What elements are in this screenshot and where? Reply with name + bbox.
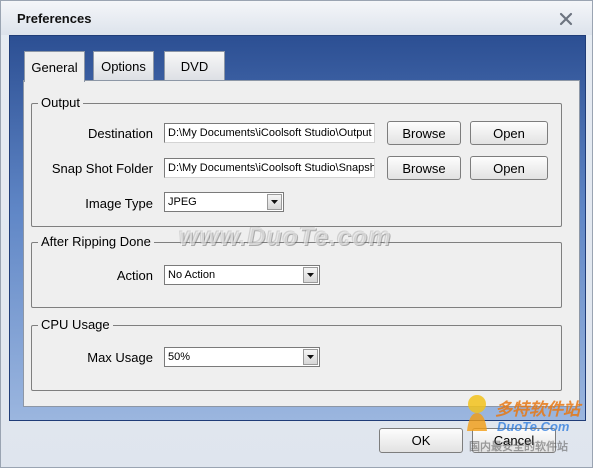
max-usage-value: 50% xyxy=(168,351,191,363)
duote-logo-slogan: 国内最安全的软件站 xyxy=(469,441,568,453)
ok-label: OK xyxy=(411,433,431,448)
output-group: Output Destination D:\My Documents\iCool… xyxy=(31,95,562,227)
snapshot-open-button[interactable]: Open xyxy=(470,156,548,180)
ok-button[interactable]: OK xyxy=(379,428,463,453)
action-label: Action xyxy=(116,268,153,283)
tab-dvd-label: DVD xyxy=(180,59,209,74)
duote-logo-title: 多特软件站 xyxy=(495,400,580,419)
chevron-down-icon[interactable] xyxy=(303,267,318,283)
duote-logo-icon xyxy=(467,395,487,431)
destination-label: Destination xyxy=(87,126,153,141)
max-usage-label: Max Usage xyxy=(87,350,153,365)
image-type-label: Image Type xyxy=(85,196,153,211)
title-bar[interactable]: Preferences xyxy=(1,1,592,35)
chevron-down-icon[interactable] xyxy=(303,349,318,365)
open-label: Open xyxy=(493,125,525,141)
cpu-usage-group: CPU Usage Max Usage 50% xyxy=(31,317,562,391)
close-icon[interactable] xyxy=(557,10,575,28)
image-type-value: JPEG xyxy=(168,196,197,208)
destination-open-button[interactable]: Open xyxy=(470,121,548,145)
output-legend: Output xyxy=(38,95,84,110)
duote-logo-site: DuoTe.Com xyxy=(497,419,570,434)
destination-browse-button[interactable]: Browse xyxy=(387,121,461,145)
snapshot-folder-field[interactable]: D:\My Documents\iCoolsoft Studio\Snapsho… xyxy=(164,158,375,178)
cpu-usage-legend: CPU Usage xyxy=(38,317,113,332)
browse-label: Browse xyxy=(402,160,446,176)
preferences-dialog: Preferences General Options DVD Output D… xyxy=(0,0,593,468)
image-type-select[interactable]: JPEG xyxy=(164,192,284,212)
snapshot-browse-button[interactable]: Browse xyxy=(387,156,461,180)
tab-dvd[interactable]: DVD xyxy=(164,51,225,81)
duote-watermark: www.DuoTe.com xyxy=(179,223,392,251)
browse-label: Browse xyxy=(402,125,446,141)
chevron-down-icon[interactable] xyxy=(267,194,282,210)
action-value: No Action xyxy=(168,269,216,281)
max-usage-select[interactable]: 50% xyxy=(164,347,320,367)
tab-options[interactable]: Options xyxy=(93,51,154,81)
duote-corner-logo: 多特软件站 DuoTe.Com 国内最安全的软件站 xyxy=(459,391,591,461)
tab-options-label: Options xyxy=(101,59,146,74)
after-ripping-legend: After Ripping Done xyxy=(38,234,154,249)
destination-field[interactable]: D:\My Documents\iCoolsoft Studio\Output xyxy=(164,123,375,143)
tab-general[interactable]: General xyxy=(24,51,85,82)
action-select[interactable]: No Action xyxy=(164,265,320,285)
tab-general-label: General xyxy=(31,59,78,75)
snapshot-folder-label: Snap Shot Folder xyxy=(51,161,153,176)
dialog-title: Preferences xyxy=(17,11,92,26)
open-label: Open xyxy=(493,160,525,176)
